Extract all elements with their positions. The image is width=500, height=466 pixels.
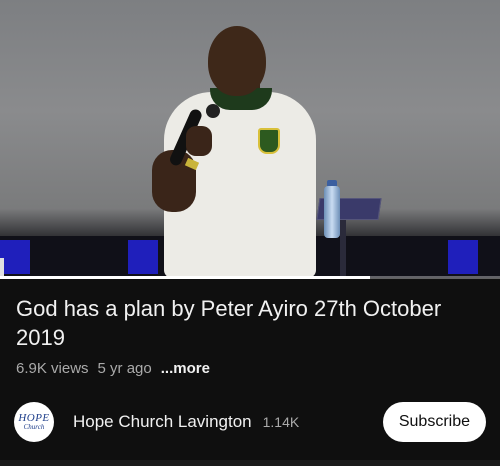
video-edge-indicator (0, 258, 4, 278)
more-link[interactable]: ...more (161, 360, 210, 377)
video-progress-bar[interactable] (0, 276, 500, 279)
water-bottle (324, 186, 340, 238)
view-count: 6.9K views (16, 360, 89, 377)
video-player[interactable] (0, 0, 500, 278)
bottom-edge (0, 460, 500, 466)
speaker-head (208, 26, 266, 96)
subscriber-count: 1.14K (262, 414, 300, 430)
stage-light (128, 240, 158, 274)
podium-leg (340, 218, 346, 278)
video-meta[interactable]: 6.9K views 5 yr ago ...more (16, 360, 210, 377)
stage-light (0, 240, 30, 274)
stage-light (448, 240, 478, 274)
channel-name[interactable]: Hope Church Lavington (73, 412, 252, 432)
video-progress-fill (0, 276, 370, 279)
channel-avatar[interactable]: HOPE Church (14, 402, 54, 442)
upload-age: 5 yr ago (97, 360, 152, 377)
channel-row: HOPE Church Hope Church Lavington 1.14K … (14, 400, 486, 444)
video-title[interactable]: God has a plan by Peter Ayiro 27th Octob… (16, 294, 486, 352)
shirt-badge (258, 128, 280, 154)
subscribe-button[interactable]: Subscribe (382, 402, 486, 442)
avatar-logo-subtext: Church (23, 423, 45, 431)
microphone-head (206, 104, 220, 118)
speaker-hand (186, 126, 212, 156)
